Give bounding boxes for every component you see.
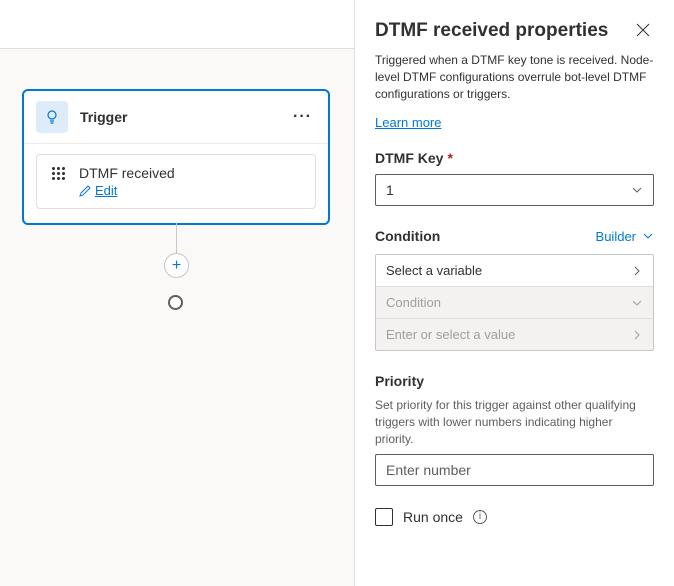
condition-operator-select: Condition [376,286,653,318]
chevron-right-icon [631,329,643,341]
priority-input[interactable] [375,454,654,486]
condition-builder-stack: Select a variable Condition Enter or sel… [375,254,654,351]
panel-description: Triggered when a DTMF key tone is receiv… [375,52,654,102]
run-once-checkbox[interactable] [375,508,393,526]
pencil-icon [79,185,91,197]
trigger-node-title: Trigger [80,109,289,125]
dtmf-key-field: DTMF Key * 1 [375,150,654,206]
condition-label: Condition [375,228,440,244]
properties-panel: DTMF received properties Triggered when … [354,0,674,586]
trigger-node-header: Trigger ··· [24,91,328,144]
chevron-down-icon [631,297,643,309]
dtmf-key-select[interactable]: 1 [375,174,654,206]
trigger-node-body: DTMF received Edit [24,144,328,223]
node-more-button[interactable]: ··· [289,108,316,126]
condition-builder-toggle[interactable]: Builder [596,229,654,244]
flow-canvas: Trigger ··· DTMF received Edit [0,48,354,586]
end-node-icon [168,295,183,310]
edit-trigger-link[interactable]: Edit [79,183,175,198]
run-once-label: Run once [403,509,463,525]
trigger-lightbulb-icon [36,101,68,133]
chevron-right-icon [631,265,643,277]
info-icon[interactable]: i [473,510,487,524]
run-once-field: Run once i [375,508,654,526]
required-asterisk: * [447,150,452,166]
condition-field: Condition Builder Select a variable Cond… [375,228,654,351]
panel-title: DTMF received properties [375,20,608,42]
add-node-button[interactable]: + [164,253,189,278]
chevron-down-icon [642,230,654,242]
dtmf-key-label: DTMF Key [375,150,443,166]
priority-help-text: Set priority for this trigger against ot… [375,397,654,447]
close-panel-button[interactable] [632,18,654,44]
condition-variable-select[interactable]: Select a variable [376,255,653,286]
keypad-icon [49,167,67,185]
condition-value-select: Enter or select a value [376,318,653,350]
close-icon [636,23,650,37]
trigger-item-title: DTMF received [79,165,175,181]
chevron-down-icon [631,184,643,196]
trigger-node[interactable]: Trigger ··· DTMF received Edit [22,89,330,225]
priority-field: Priority Set priority for this trigger a… [375,373,654,485]
learn-more-link[interactable]: Learn more [375,115,441,130]
priority-label: Priority [375,373,654,389]
trigger-item[interactable]: DTMF received Edit [36,154,316,209]
